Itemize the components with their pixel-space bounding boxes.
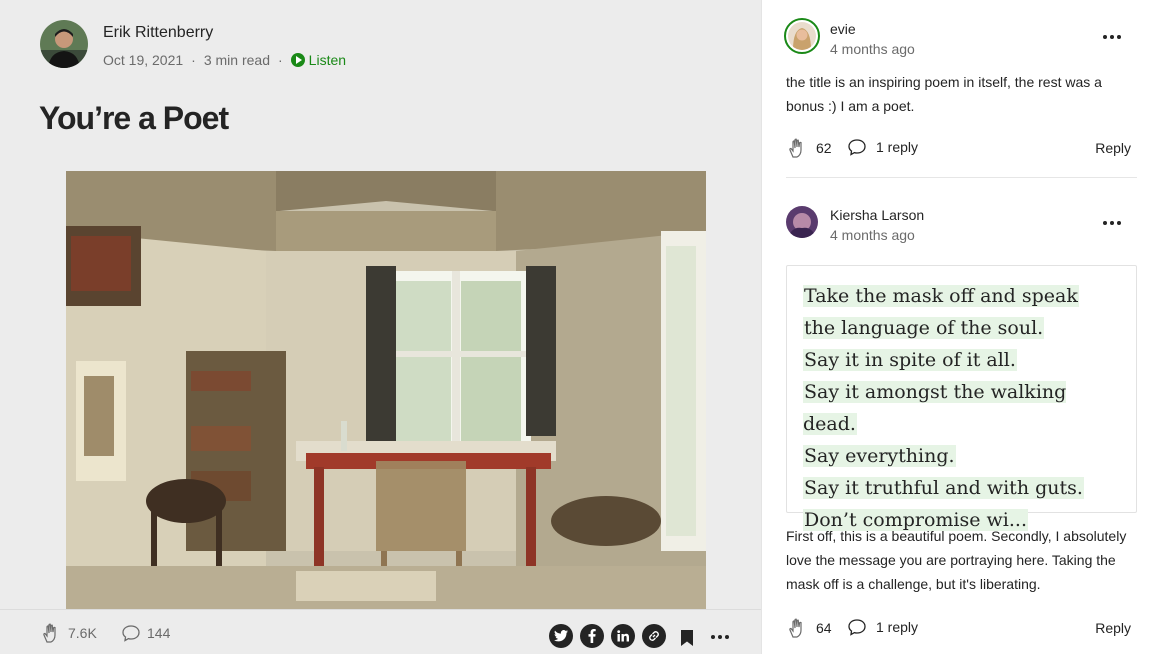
clap-icon — [43, 623, 56, 643]
comment-kiersha-larson: Kiersha Larson 4 months ago — [786, 206, 1137, 248]
comment-body: First off, this is a beautiful poem. Sec… — [786, 524, 1137, 640]
clap-button[interactable]: 7.6K — [40, 610, 97, 654]
meta-separator: · — [191, 52, 196, 68]
article-meta: Oct 19, 2021 · 3 min read · Listen — [103, 51, 346, 69]
quote-line: Say it amongst the walking dead. — [803, 381, 1067, 435]
publish-date: Oct 19, 2021 — [103, 52, 184, 68]
meta-separator: · — [278, 52, 283, 68]
comment-clap-count: 64 — [816, 620, 832, 636]
clap-icon — [789, 138, 802, 158]
quote-line: Say it truthful and with guts. — [803, 477, 1084, 499]
listen-button[interactable]: Listen — [290, 51, 347, 69]
article-pane: Erik Rittenberry Oct 19, 2021 · 3 min re… — [0, 0, 761, 654]
clap-icon — [789, 618, 802, 638]
quote-line: Take the mask off and speak — [803, 285, 1079, 307]
commenter-avatar[interactable] — [784, 18, 820, 54]
comment-icon — [848, 139, 866, 156]
replies-count: 1 reply — [876, 619, 919, 635]
responses-panel: evie 4 months ago the title is an inspir… — [761, 0, 1150, 654]
responses-button[interactable]: 144 — [120, 610, 170, 654]
comment-replies-button[interactable]: 1 reply — [846, 136, 918, 158]
comment-time: 4 months ago — [830, 227, 915, 243]
replies-count: 1 reply — [876, 139, 919, 155]
reply-button[interactable]: Reply — [1095, 616, 1131, 640]
response-count: 144 — [147, 624, 171, 641]
link-icon[interactable] — [642, 624, 666, 648]
comment-icon — [848, 619, 866, 636]
more-options-icon[interactable] — [711, 635, 729, 639]
commenter-name[interactable]: Kiersha Larson — [830, 206, 924, 224]
comment-actions: 62 1 reply Reply — [786, 136, 1137, 160]
twitter-icon[interactable] — [549, 624, 573, 648]
comment-more-icon[interactable] — [1103, 221, 1121, 225]
linkedin-icon[interactable] — [611, 624, 635, 648]
comment-divider — [786, 177, 1137, 178]
bookmark-icon[interactable] — [680, 629, 694, 652]
quoted-highlight[interactable]: Take the mask off and speak the language… — [786, 265, 1137, 531]
commenter-name[interactable]: evie — [830, 20, 856, 38]
quote-line: the language of the soul. — [803, 317, 1045, 339]
comment-text: the title is an inspiring poem in itself… — [786, 74, 1102, 114]
commenter-avatar[interactable] — [786, 206, 818, 238]
comment-clap-count: 62 — [816, 140, 832, 156]
comment-replies-button[interactable]: 1 reply — [846, 616, 918, 638]
comment-actions: 64 1 reply Reply — [786, 616, 1137, 640]
listen-label: Listen — [308, 52, 347, 68]
author-row: Erik Rittenberry Oct 19, 2021 · 3 min re… — [40, 20, 346, 69]
facebook-icon[interactable] — [580, 624, 604, 648]
comment-more-icon[interactable] — [1103, 35, 1121, 39]
author-avatar[interactable] — [40, 20, 88, 68]
comment-time: 4 months ago — [830, 41, 915, 57]
quote-line: Say everything. — [803, 445, 956, 467]
quote-line: Say it in spite of it all. — [803, 349, 1017, 371]
clap-count: 7.6K — [68, 624, 97, 641]
comment-clap-button[interactable]: 62 — [786, 136, 832, 160]
article-action-bar: 7.6K 144 — [0, 609, 761, 654]
play-icon — [290, 53, 305, 67]
read-time: 3 min read — [203, 52, 270, 68]
comment-text: First off, this is a beautiful poem. Sec… — [786, 528, 1127, 592]
author-name[interactable]: Erik Rittenberry — [103, 23, 346, 43]
article-title: You’re a Poet — [39, 100, 229, 136]
comment-evie: evie 4 months ago the title is an inspir… — [784, 18, 1137, 160]
reply-button[interactable]: Reply — [1095, 136, 1131, 160]
comment-clap-button[interactable]: 64 — [786, 616, 832, 640]
article-image — [66, 171, 706, 611]
comment-icon — [122, 624, 140, 642]
